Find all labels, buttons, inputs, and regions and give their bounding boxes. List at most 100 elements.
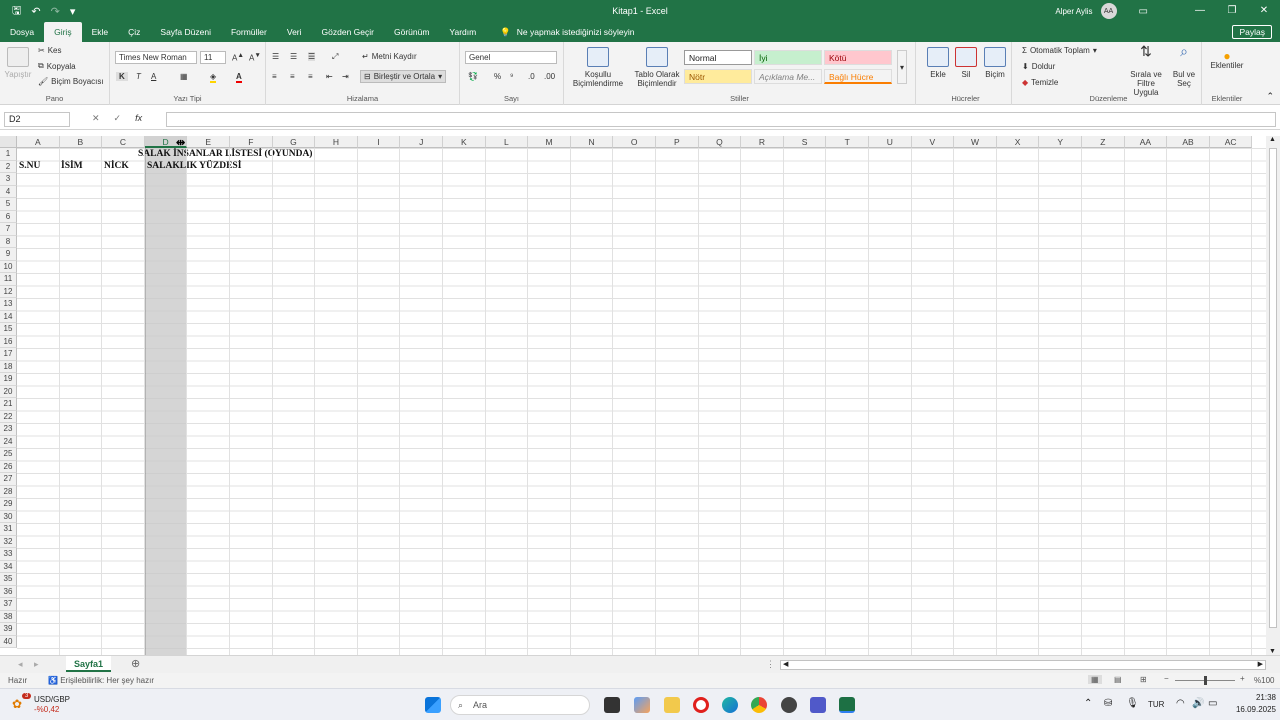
tab-home[interactable]: Giriş [44,22,82,42]
row-header-21[interactable]: 21 [0,398,17,411]
column-header-ac[interactable]: AC [1209,136,1253,148]
column-header-x[interactable]: X [996,136,1040,148]
column-header-f[interactable]: F [230,136,273,148]
bold-button[interactable]: K [116,72,128,81]
format-cells-button[interactable]: Biçim [980,47,1010,79]
row-header-18[interactable]: 18 [0,360,17,373]
row-header-1[interactable]: 1 [0,148,17,161]
column-header-m[interactable]: M [528,136,571,148]
format-as-table-button[interactable]: Tablo Olarak Biçimlendir [630,47,684,88]
vertical-scroll-thumb[interactable] [1269,148,1277,628]
decrease-indent-button[interactable]: ⇤ [326,72,333,81]
align-middle-button[interactable]: ☰ [290,52,297,61]
align-right-button[interactable]: ≡ [308,72,313,81]
cell-a2[interactable]: S.NU [19,161,40,171]
column-header-c[interactable]: C [102,136,145,148]
row-header-23[interactable]: 23 [0,423,17,436]
grow-font-button[interactable]: A▲ [232,52,244,63]
column-header-j[interactable]: J [400,136,443,148]
maximize-button[interactable]: ❐ [1216,0,1248,22]
edge-icon[interactable] [722,697,738,713]
column-header-aa[interactable]: AA [1124,136,1168,148]
save-icon[interactable]: 🖫 [12,2,21,21]
row-header-32[interactable]: 32 [0,535,17,548]
row-header-31[interactable]: 31 [0,523,17,536]
column-header-g[interactable]: G [272,136,316,148]
column-header-b[interactable]: B [59,136,103,148]
row-header-16[interactable]: 16 [0,335,17,348]
row-header-24[interactable]: 24 [0,435,17,448]
language-indicator[interactable]: TUR [1148,700,1164,709]
row-header-22[interactable]: 22 [0,410,17,423]
column-header-s[interactable]: S [783,136,827,148]
scroll-down-icon[interactable]: ▼ [1269,648,1276,655]
orientation-button[interactable]: ⤢ [332,52,338,62]
column-header-v[interactable]: V [911,136,955,148]
row-header-20[interactable]: 20 [0,385,17,398]
accounting-format-button[interactable]: 💱 [468,72,478,81]
column-header-w[interactable]: W [954,136,997,148]
column-header-k[interactable]: K [443,136,486,148]
fill-color-button[interactable]: ◈ [210,72,217,83]
column-header-p[interactable]: P [656,136,699,148]
scroll-left-icon[interactable]: ◀ [783,660,788,668]
copilot-icon[interactable] [634,697,650,713]
tab-page-layout[interactable]: Sayfa Düzeni [150,22,221,42]
column-header-z[interactable]: Z [1082,136,1125,148]
row-header-3[interactable]: 3 [0,173,17,186]
percent-button[interactable]: % [494,72,501,81]
tell-me-search[interactable]: 💡 Ne yapmak istediğinizi söyleyin [486,22,634,42]
autosum-button[interactable]: Σ Otomatik Toplam ▾ [1022,46,1097,55]
row-header-28[interactable]: 28 [0,485,17,498]
horizontal-scrollbar[interactable]: ◀ ▶ [780,660,1266,670]
column-header-h[interactable]: H [315,136,358,148]
wifi-icon[interactable]: ◠ [1176,698,1185,709]
row-header-33[interactable]: 33 [0,548,17,561]
redo-icon[interactable]: ↷ [51,5,60,18]
column-header-q[interactable]: Q [698,136,742,148]
style-bad[interactable]: Kötü [824,50,892,65]
row-header-36[interactable]: 36 [0,585,17,598]
chrome-icon[interactable] [751,697,767,713]
row-header-15[interactable]: 15 [0,323,17,336]
align-left-button[interactable]: ≡ [272,72,277,81]
shrink-font-button[interactable]: A▼ [249,52,261,63]
italic-button[interactable]: T [136,72,141,81]
tab-view[interactable]: Görünüm [384,22,439,42]
column-header-t[interactable]: T [826,136,869,148]
row-header-35[interactable]: 35 [0,573,17,586]
collapse-ribbon-icon[interactable]: ⌃ [1266,91,1274,102]
row-header-13[interactable]: 13 [0,298,17,311]
split-handle-icon[interactable]: ⋮ [766,659,775,670]
volume-icon[interactable]: 🔊 [1192,698,1204,709]
underline-button[interactable]: A [151,72,156,81]
row-header-38[interactable]: 38 [0,610,17,623]
clock-date[interactable]: 16.09.2025 [1226,705,1276,714]
style-linked-cell[interactable]: Bağlı Hücre [824,69,892,84]
column-header-n[interactable]: N [570,136,614,148]
row-header-4[interactable]: 4 [0,185,17,198]
tab-formulas[interactable]: Formüller [221,22,277,42]
row-header-26[interactable]: 26 [0,460,17,473]
paste-button[interactable]: Yapıştır [4,47,32,79]
worksheet-grid[interactable]: A B C D E F G H I J K L M N O P Q R S T U V W X Y Z AA AB AC 1234567… [0,136,1266,655]
increase-indent-button[interactable]: ⇥ [342,72,349,81]
style-explanatory[interactable]: Açıklama Me... [754,69,822,84]
align-bottom-button[interactable]: ☰ [308,52,316,61]
next-sheet-icon[interactable]: ▸ [34,659,39,670]
accessibility-status[interactable]: ♿ Erişilebilirlik: Her şey hazır [48,676,154,685]
font-size-select[interactable]: 11 [200,51,226,64]
tray-app-icon[interactable]: ⛁ [1104,698,1112,709]
fill-button[interactable]: ⬇ Doldur [1022,62,1055,71]
view-page-break-icon[interactable]: ⊞ [1140,675,1147,684]
confirm-formula-icon[interactable]: ✓ [114,113,122,124]
row-header-17[interactable]: 17 [0,348,17,361]
style-normal[interactable]: Normal [684,50,752,65]
taskbar-search[interactable]: ⌕ Ara [450,695,590,715]
style-neutral[interactable]: Nötr [684,69,752,84]
insert-cells-button[interactable]: Ekle [924,47,952,79]
row-header-30[interactable]: 30 [0,510,17,523]
column-header-e[interactable]: E [187,136,230,148]
column-header-i[interactable]: I [357,136,401,148]
row-header-8[interactable]: 8 [0,235,17,248]
